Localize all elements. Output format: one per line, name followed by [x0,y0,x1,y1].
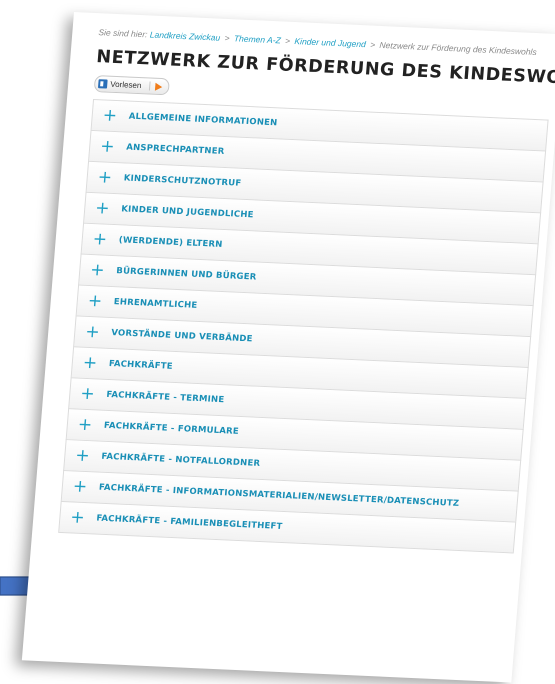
accordion-label: VORSTÄNDE UND VERBÄNDE [110,328,253,345]
speaker-icon [97,79,108,89]
breadcrumb-prefix: Sie sind hier: [98,27,148,40]
plus-icon: + [92,229,108,250]
plus-icon: + [79,383,96,405]
accordion-label: ANSPRECHPARTNER [125,142,225,157]
plus-icon: + [69,507,86,528]
accordion-label: FACHKRÄFTE - TERMINE [105,389,225,406]
breadcrumb-separator: > [224,32,230,44]
accordion-label: EHRENAMTLICHE [113,297,198,311]
plus-icon: + [94,198,111,219]
accordion-label: KINDER UND JUGENDLICHE [120,204,254,221]
plus-icon: + [84,321,101,343]
breadcrumb-link-themen[interactable]: Themen A-Z [234,33,282,45]
breadcrumb-link-kinder[interactable]: Kinder und Jugend [294,36,366,49]
plus-icon: + [99,136,116,157]
accordion-label: FACHKRÄFTE - FAMILIENBEGLEITHEFT [96,513,283,532]
breadcrumb-current: Netzwerk zur Förderung des Kindeswohls [379,39,538,58]
page-sheet: Sie sind hier: Landkreis Zwickau > Theme… [21,12,555,683]
plus-icon: + [77,414,93,436]
accordion: + ALLGEMEINE INFORMATIONEN + ANSPRECHPARTN… [58,98,549,554]
play-icon[interactable] [155,82,163,91]
plus-icon: + [74,445,91,467]
accordion-label: ALLGEMEINE INFORMATIONEN [128,111,278,129]
read-aloud-label: Vorlesen [109,79,151,91]
plus-icon: + [89,260,106,281]
accordion-label: FACHKRÄFTE [108,358,174,372]
breadcrumb-link-landkreis[interactable]: Landkreis Zwickau [150,29,221,42]
plus-icon: + [82,352,98,374]
plus-icon: + [87,290,103,312]
plus-icon: + [96,167,113,188]
breadcrumb-separator: > [369,39,376,50]
accordion-label: (WERDENDE) ELTERN [118,235,223,250]
breadcrumb-separator: > [284,35,291,46]
accordion-label: FACHKRÄFTE - NOTFALLORDNER [100,451,261,469]
accordion-label: FACHKRÄFTE - FORMULARE [103,420,240,437]
read-aloud-button[interactable]: Vorlesen [93,75,171,96]
accordion-label: KINDERSCHUTZNOTRUF [123,173,242,189]
plus-icon: + [101,105,118,127]
plus-icon: + [72,476,88,498]
accordion-label: BÜRGERINNEN UND BÜRGER [115,266,257,283]
